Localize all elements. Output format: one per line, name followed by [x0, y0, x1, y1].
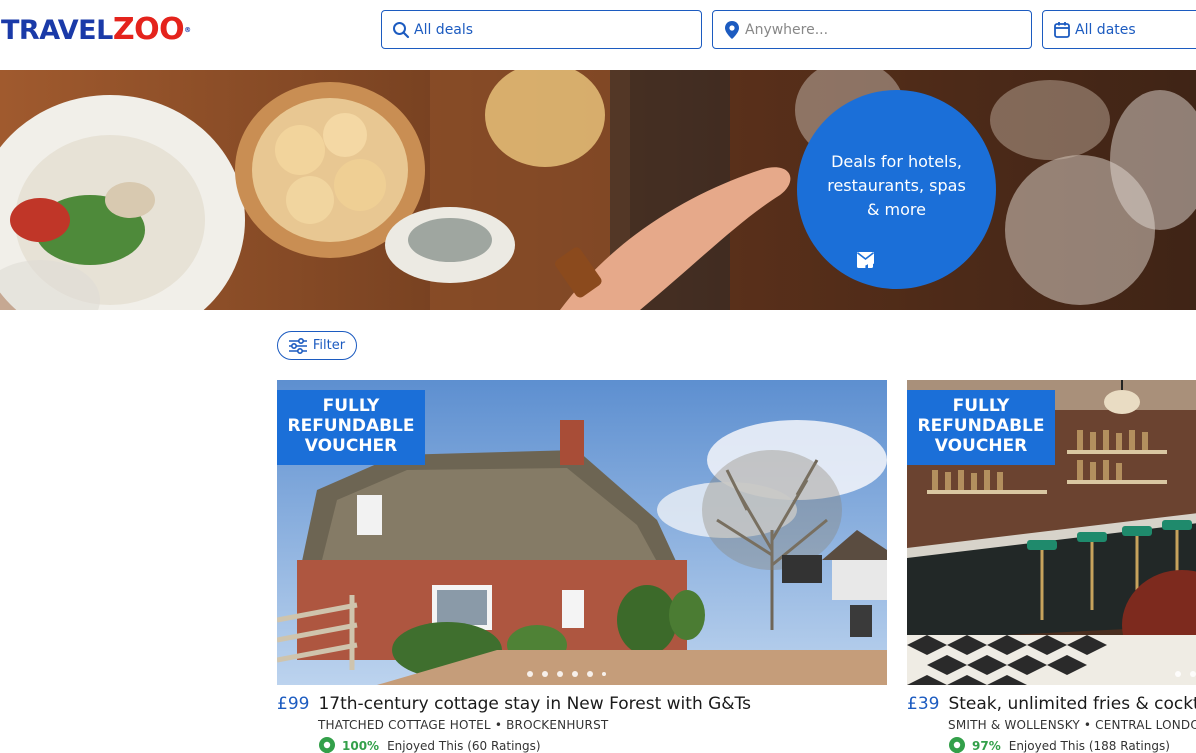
hero-tagline-circle: Deals for hotels, restaurants, spas & mo…	[797, 90, 996, 289]
site-header: TRAVELZOO® All deals Anywhere... All dat…	[0, 0, 1196, 70]
carousel-dot[interactable]	[602, 672, 606, 676]
rating-percent: 97%	[972, 739, 1001, 753]
carousel-dot[interactable]	[587, 671, 593, 677]
deal-card[interactable]: FULLY REFUNDABLE VOUCHER £39 Steak, unli…	[907, 380, 1196, 753]
location-search-input[interactable]: Anywhere...	[712, 10, 1032, 49]
refundable-badge: FULLY REFUNDABLE VOUCHER	[277, 390, 425, 465]
rating-text: Enjoyed This (60 Ratings)	[387, 739, 541, 753]
carousel-dot[interactable]	[542, 671, 548, 677]
search-icon	[391, 20, 411, 40]
deal-rating: 97% Enjoyed This (188 Ratings)	[948, 737, 1196, 753]
rating-percent: 100%	[342, 739, 380, 753]
carousel-dots[interactable]	[527, 671, 606, 677]
deal-rating: 100% Enjoyed This (60 Ratings)	[318, 737, 887, 753]
share-links	[857, 252, 937, 270]
carousel-dot[interactable]	[1175, 671, 1181, 677]
deal-image-cottage[interactable]: FULLY REFUNDABLE VOUCHER	[277, 380, 887, 685]
filter-button[interactable]: Filter	[277, 331, 357, 360]
carousel-dot[interactable]	[527, 671, 533, 677]
carousel-dot[interactable]	[1190, 671, 1196, 677]
carousel-dots[interactable]	[1175, 671, 1196, 677]
filter-label: Filter	[312, 338, 346, 353]
deal-title[interactable]: 17th-century cottage stay in New Forest …	[318, 694, 751, 714]
hero-dining-image	[0, 70, 1196, 310]
carousel-dot[interactable]	[557, 671, 563, 677]
hero-banner: Deals for hotels, restaurants, spas & mo…	[0, 70, 1196, 310]
deal-price: £39	[907, 694, 940, 714]
rating-text: Enjoyed This (188 Ratings)	[1008, 739, 1170, 753]
deal-merchant-location: THATCHED COTTAGE HOTEL • BROCKENHURST	[318, 718, 609, 732]
refundable-badge: FULLY REFUNDABLE VOUCHER	[907, 390, 1055, 465]
dates-search-value: All dates	[1075, 21, 1136, 38]
deal-image-steakhouse[interactable]: FULLY REFUNDABLE VOUCHER	[907, 380, 1196, 685]
rating-pin-icon	[319, 737, 335, 753]
deal-price: £99	[277, 694, 310, 714]
deal-card[interactable]: FULLY REFUNDABLE VOUCHER £99 17th-centur…	[277, 380, 887, 753]
twitter-icon[interactable]	[857, 252, 906, 270]
location-pin-icon	[722, 20, 742, 40]
location-search-placeholder: Anywhere...	[745, 21, 829, 38]
deal-title[interactable]: Steak, unlimited fries & cocktail	[948, 694, 1196, 714]
deal-merchant-location: SMITH & WOLLENSKY • CENTRAL LONDON	[948, 718, 1196, 732]
deal-title-row[interactable]: £39 Steak, unlimited fries & cocktail	[907, 694, 1196, 714]
rating-pin-icon	[949, 737, 965, 753]
dates-search-input[interactable]: All dates	[1042, 10, 1196, 49]
carousel-dot[interactable]	[572, 671, 578, 677]
hero-tagline: Deals for hotels, restaurants, spas & mo…	[827, 152, 966, 219]
sliders-icon	[288, 337, 307, 354]
calendar-icon	[1052, 20, 1072, 40]
email-icon[interactable]	[857, 252, 937, 270]
deals-search-input[interactable]: All deals	[381, 10, 702, 49]
deal-title-row[interactable]: £99 17th-century cottage stay in New For…	[277, 694, 887, 714]
deals-search-value: All deals	[414, 21, 474, 38]
travelzoo-logo[interactable]: TRAVELZOO®	[1, 12, 191, 49]
